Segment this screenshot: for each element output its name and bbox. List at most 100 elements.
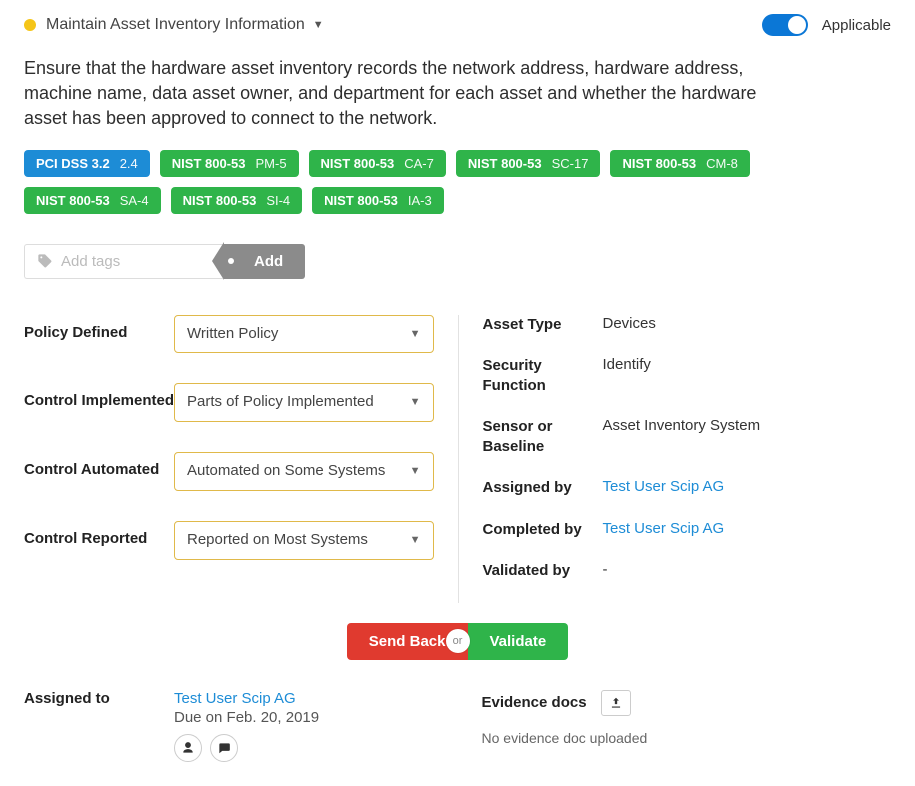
framework-tag-name: NIST 800-53 <box>622 156 696 171</box>
control-automated-row: Control Automated Automated on Some Syst… <box>24 452 434 491</box>
framework-tag-code: IA-3 <box>408 193 432 208</box>
applicable-label: Applicable <box>822 17 891 34</box>
assigned-to-due: Due on Feb. 20, 2019 <box>174 709 319 726</box>
applicable-toggle[interactable] <box>762 14 808 36</box>
evidence-block: Evidence docs No evidence doc uploaded <box>458 690 892 762</box>
assigned-by-value[interactable]: Test User Scip AG <box>603 478 725 495</box>
evidence-empty-text: No evidence doc uploaded <box>482 730 892 746</box>
framework-tag[interactable]: PCI DSS 3.2 2.4 <box>24 150 150 177</box>
validate-label: Validate <box>490 633 547 650</box>
validate-button[interactable]: Validate <box>468 623 569 660</box>
framework-tag-code: 2.4 <box>120 156 138 171</box>
asset-type-label: Asset Type <box>483 315 603 335</box>
framework-tag-name: NIST 800-53 <box>468 156 542 171</box>
validated-by-row: Validated by - <box>483 561 892 581</box>
chevron-down-icon: ▼ <box>410 534 421 548</box>
completed-by-value[interactable]: Test User Scip AG <box>603 520 725 537</box>
page-title: Maintain Asset Inventory Information <box>46 16 305 34</box>
framework-tag-name: NIST 800-53 <box>321 156 395 171</box>
chevron-down-icon: ▼ <box>410 328 421 342</box>
tag-icon <box>37 253 53 269</box>
control-automated-value: Automated on Some Systems <box>187 462 385 479</box>
framework-tag-code: CM-8 <box>706 156 738 171</box>
sensor-baseline-label: Sensor or Baseline <box>483 417 603 456</box>
framework-tag-name: NIST 800-53 <box>36 193 110 208</box>
framework-tag[interactable]: NIST 800-53 CM-8 <box>610 150 749 177</box>
framework-tag[interactable]: NIST 800-53 SA-4 <box>24 187 161 214</box>
control-implemented-label: Control Implemented <box>24 383 174 411</box>
comment-icon-button[interactable] <box>210 734 238 762</box>
framework-tag[interactable]: NIST 800-53 IA-3 <box>312 187 444 214</box>
framework-tag-name: PCI DSS 3.2 <box>36 156 110 171</box>
framework-tag[interactable]: NIST 800-53 PM-5 <box>160 150 299 177</box>
sensor-baseline-row: Sensor or Baseline Asset Inventory Syste… <box>483 417 892 456</box>
policy-defined-select[interactable]: Written Policy ▼ <box>174 315 434 354</box>
control-reported-label: Control Reported <box>24 521 174 549</box>
bottom-row: Assigned to Test User Scip AG Due on Feb… <box>24 690 891 762</box>
framework-tags: PCI DSS 3.22.4NIST 800-53PM-5NIST 800-53… <box>24 150 891 214</box>
control-reported-row: Control Reported Reported on Most System… <box>24 521 434 560</box>
chevron-down-icon: ▼ <box>410 465 421 479</box>
control-automated-select[interactable]: Automated on Some Systems ▼ <box>174 452 434 491</box>
framework-tag-name: NIST 800-53 <box>172 156 246 171</box>
controls-column: Policy Defined Written Policy ▼ Control … <box>24 315 458 603</box>
add-tag-button-label: Add <box>254 253 283 270</box>
completed-by-label: Completed by <box>483 520 603 540</box>
chevron-down-icon: ▼ <box>410 396 421 410</box>
framework-tag-name: NIST 800-53 <box>324 193 398 208</box>
chat-icon <box>217 741 231 755</box>
description-text: Ensure that the hardware asset inventory… <box>24 56 794 132</box>
or-separator: or <box>446 629 470 653</box>
applicable-toggle-group: Applicable <box>762 14 891 36</box>
control-implemented-value: Parts of Policy Implemented <box>187 393 374 410</box>
add-tag-button[interactable]: Add <box>224 244 305 279</box>
main-columns: Policy Defined Written Policy ▼ Control … <box>24 315 891 603</box>
security-function-row: Security Function Identify <box>483 356 892 395</box>
validated-by-value: - <box>603 561 608 578</box>
person-icon <box>181 741 195 755</box>
framework-tag[interactable]: NIST 800-53 CA-7 <box>309 150 446 177</box>
control-reported-value: Reported on Most Systems <box>187 531 368 548</box>
asset-type-value: Devices <box>603 315 656 332</box>
policy-defined-row: Policy Defined Written Policy ▼ <box>24 315 434 354</box>
validated-by-label: Validated by <box>483 561 603 581</box>
assigned-to-label: Assigned to <box>24 690 154 707</box>
control-implemented-row: Control Implemented Parts of Policy Impl… <box>24 383 434 422</box>
framework-tag-code: CA-7 <box>404 156 434 171</box>
assigned-to-block: Assigned to Test User Scip AG Due on Feb… <box>24 690 458 762</box>
details-column: Asset Type Devices Security Function Ide… <box>458 315 892 603</box>
control-automated-label: Control Automated <box>24 452 174 480</box>
framework-tag-code: PM-5 <box>255 156 286 171</box>
policy-defined-label: Policy Defined <box>24 315 174 343</box>
title-group[interactable]: Maintain Asset Inventory Information ▼ <box>24 16 324 34</box>
framework-tag-code: SC-17 <box>552 156 589 171</box>
evidence-label: Evidence docs <box>482 694 587 711</box>
user-icon-button[interactable] <box>174 734 202 762</box>
framework-tag[interactable]: NIST 800-53 SC-17 <box>456 150 601 177</box>
control-implemented-select[interactable]: Parts of Policy Implemented ▼ <box>174 383 434 422</box>
add-tags-input[interactable]: Add tags <box>24 244 224 279</box>
completed-by-row: Completed by Test User Scip AG <box>483 520 892 540</box>
upload-evidence-button[interactable] <box>601 690 631 716</box>
framework-tag-name: NIST 800-53 <box>183 193 257 208</box>
framework-tag-code: SA-4 <box>120 193 149 208</box>
framework-tag-code: SI-4 <box>266 193 290 208</box>
status-dot-icon <box>24 19 36 31</box>
sensor-baseline-value: Asset Inventory System <box>603 417 761 434</box>
framework-tag[interactable]: NIST 800-53 SI-4 <box>171 187 303 214</box>
add-tags-placeholder: Add tags <box>61 253 120 270</box>
control-reported-select[interactable]: Reported on Most Systems ▼ <box>174 521 434 560</box>
chevron-down-icon: ▼ <box>313 19 324 31</box>
policy-defined-value: Written Policy <box>187 325 278 342</box>
send-back-label: Send Back <box>369 633 446 650</box>
header: Maintain Asset Inventory Information ▼ A… <box>24 14 891 36</box>
action-row: Send Back or Validate <box>24 623 891 660</box>
upload-icon <box>609 696 623 710</box>
assigned-by-label: Assigned by <box>483 478 603 498</box>
assigned-by-row: Assigned by Test User Scip AG <box>483 478 892 498</box>
asset-type-row: Asset Type Devices <box>483 315 892 335</box>
assigned-to-user[interactable]: Test User Scip AG <box>174 690 319 707</box>
security-function-label: Security Function <box>483 356 603 395</box>
add-tags-row: Add tags Add <box>24 244 891 279</box>
security-function-value: Identify <box>603 356 651 373</box>
